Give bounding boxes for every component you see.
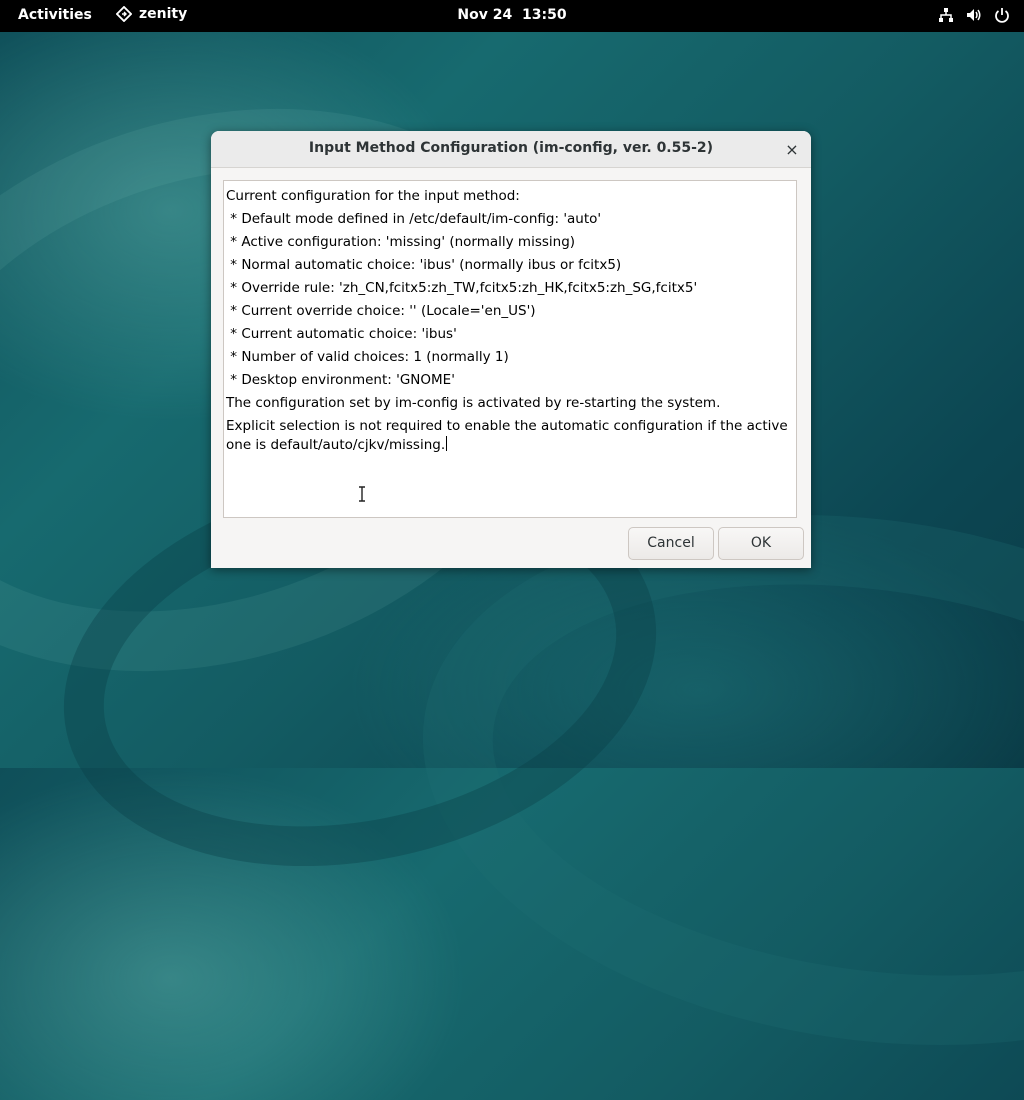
config-text-view[interactable]: Current configuration for the input meth… (223, 180, 797, 518)
text-line: * Active configuration: 'missing' (norma… (226, 234, 576, 250)
text-caret (446, 436, 448, 451)
text-line: Current configuration for the input meth… (226, 188, 520, 204)
im-config-dialog: Input Method Configuration (im-config, v… (211, 131, 811, 568)
top-bar: Activities zenity Nov 24 13:50 (0, 0, 1024, 32)
cancel-button[interactable]: Cancel (628, 527, 714, 560)
dialog-titlebar[interactable]: Input Method Configuration (im-config, v… (211, 131, 811, 168)
text-line-content: Explicit selection is not required to en… (226, 418, 792, 453)
text-line: * Default mode defined in /etc/default/i… (226, 211, 602, 227)
clock-time: 13:50 (522, 7, 567, 23)
clock-date: Nov 24 (457, 7, 513, 23)
text-line: * Number of valid choices: 1 (normally 1… (226, 349, 509, 365)
close-button[interactable]: × (781, 138, 803, 160)
clock[interactable]: Nov 24 13:50 (0, 7, 1024, 23)
system-tray[interactable] (938, 7, 1010, 23)
network-icon (939, 8, 953, 22)
volume-icon (967, 9, 981, 21)
power-icon (995, 8, 1009, 23)
ok-button[interactable]: OK (718, 527, 804, 560)
text-line: * Current automatic choice: 'ibus' (226, 326, 457, 342)
dialog-title: Input Method Configuration (im-config, v… (308, 140, 714, 156)
text-line: * Override rule: 'zh_CN,fcitx5:zh_TW,fci… (226, 280, 698, 296)
text-line: * Current override choice: '' (Locale='e… (226, 303, 536, 319)
text-line: * Desktop environment: 'GNOME' (226, 372, 455, 388)
text-line: Explicit selection is not required to en… (226, 417, 794, 455)
ibeam-cursor-icon (359, 486, 365, 502)
text-line: The configuration set by im-config is ac… (226, 395, 721, 411)
text-line: * Normal automatic choice: 'ibus' (norma… (226, 257, 622, 273)
